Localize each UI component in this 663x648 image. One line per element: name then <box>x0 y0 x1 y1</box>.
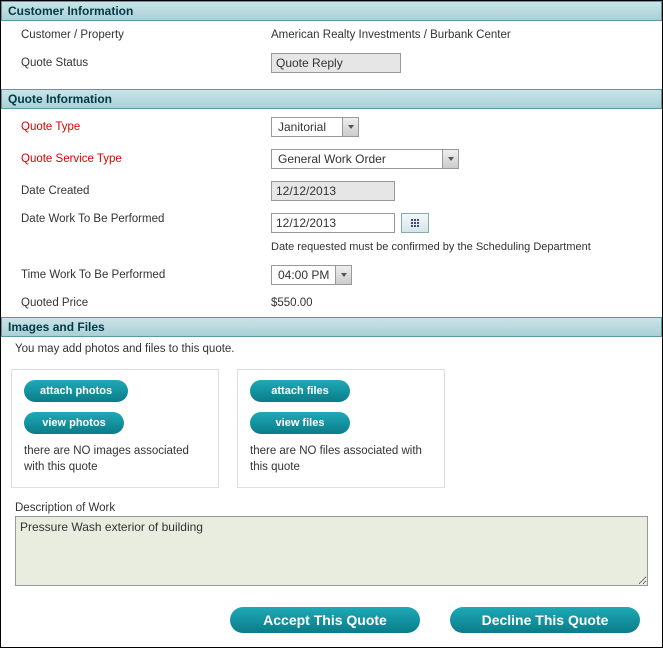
quote-status-field <box>271 53 401 73</box>
photos-message: there are NO images associated with this… <box>24 444 206 475</box>
time-work-dropdown[interactable]: 04:00 PM <box>271 265 352 285</box>
chevron-down-icon[interactable] <box>342 118 358 136</box>
customer-property-value: American Realty Investments / Burbank Ce… <box>271 29 650 41</box>
quote-service-type-label: Quote Service Type <box>21 153 271 165</box>
view-photos-button[interactable]: view photos <box>24 412 124 434</box>
quoted-price-label: Quoted Price <box>21 297 271 309</box>
date-created-field <box>271 181 395 201</box>
quote-service-type-dropdown[interactable]: General Work Order <box>271 149 459 169</box>
time-work-value: 04:00 PM <box>272 266 335 284</box>
section-header-customer: Customer Information <box>1 1 662 21</box>
date-work-label: Date Work To Be Performed <box>21 213 271 225</box>
date-created-label: Date Created <box>21 185 271 197</box>
date-work-note: Date requested must be confirmed by the … <box>271 241 650 253</box>
action-bar: Accept This Quote Decline This Quote <box>1 589 662 633</box>
quote-service-type-value: General Work Order <box>272 150 442 168</box>
section-header-files: Images and Files <box>1 317 662 337</box>
quoted-price-value: $550.00 <box>271 297 650 309</box>
quote-type-dropdown[interactable]: Janitorial <box>271 117 359 137</box>
photos-column: attach photos view photos there are NO i… <box>11 369 219 488</box>
chevron-down-icon[interactable] <box>442 150 458 168</box>
files-message: there are NO files associated with this … <box>250 444 432 475</box>
quote-type-label: Quote Type <box>21 121 271 133</box>
description-label: Description of Work <box>15 502 648 514</box>
time-work-label: Time Work To Be Performed <box>21 269 271 281</box>
quote-type-value: Janitorial <box>272 118 342 136</box>
files-column: attach files view files there are NO fil… <box>237 369 445 488</box>
quote-form: Customer Information Customer / Property… <box>0 0 663 648</box>
calendar-icon[interactable] <box>401 213 429 233</box>
chevron-down-icon[interactable] <box>335 266 351 284</box>
quote-info-body: Quote Type Janitorial Quote Service Type… <box>1 109 662 317</box>
date-work-field[interactable] <box>271 213 395 233</box>
quote-status-label: Quote Status <box>21 57 271 69</box>
attach-files-button[interactable]: attach files <box>250 380 350 402</box>
section-header-quote: Quote Information <box>1 89 662 109</box>
customer-property-label: Customer / Property <box>21 29 271 41</box>
description-textarea[interactable] <box>15 516 648 586</box>
files-intro: You may add photos and files to this quo… <box>1 337 662 361</box>
customer-info-body: Customer / Property American Realty Inve… <box>1 21 662 89</box>
files-panel: attach photos view photos there are NO i… <box>1 361 662 496</box>
attach-photos-button[interactable]: attach photos <box>24 380 128 402</box>
view-files-button[interactable]: view files <box>250 412 350 434</box>
